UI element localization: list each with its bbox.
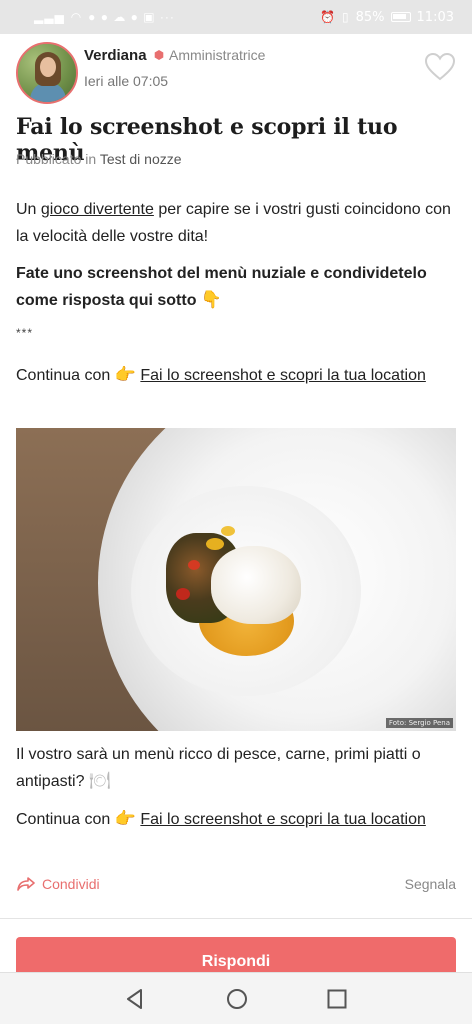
continue-paragraph-1: Continua con 👉 Fai lo screenshot e scopr… (16, 362, 456, 389)
point-right-icon: 👉 (114, 809, 136, 829)
share-icon (17, 877, 35, 891)
author-role-badge: Amministratrice (154, 47, 265, 63)
signal-icon: ▂▃▅ (34, 10, 65, 24)
point-right-icon: 👉 (114, 365, 136, 385)
recent-apps-icon[interactable] (325, 987, 349, 1011)
divider (0, 918, 472, 919)
continue-link-1[interactable]: Fai lo screenshot e scopri la tua locati… (140, 367, 425, 384)
vibrate-icon: ▯ (342, 10, 350, 24)
battery-icon (390, 12, 411, 22)
status-icons-right: ⏰ ▯ 85% 11:03 (320, 10, 454, 25)
published-prefix: Pubblicato in (16, 151, 97, 167)
status-icons-left: ▂▃▅ ◠ ● ● ☁ ● ▣ ··· (34, 10, 175, 24)
notification-icons: ● ● ☁ ● ▣ ··· (88, 10, 175, 24)
admin-badge-icon (154, 50, 164, 60)
heart-icon[interactable] (424, 52, 456, 82)
published-in: Pubblicato in Test di nozze (16, 151, 182, 167)
home-icon[interactable] (225, 987, 249, 1011)
post-author: Verdiana Amministratrice Ieri alle 07:05 (16, 42, 456, 104)
wifi-icon: ◠ (70, 10, 83, 24)
status-bar: ▂▃▅ ◠ ● ● ☁ ● ▣ ··· ⏰ ▯ 85% 11:03 (0, 0, 472, 34)
continue-paragraph-2: Continua con 👉 Fai lo screenshot e scopr… (16, 806, 456, 833)
intro-link[interactable]: gioco divertente (41, 201, 154, 218)
clock: 11:03 (416, 9, 454, 25)
continue-prefix-1: Continua con (16, 367, 111, 384)
post-photo[interactable]: Foto: Sergio Pena (16, 428, 456, 731)
system-nav-bar (0, 972, 472, 1024)
post-timestamp: Ieri alle 07:05 (84, 73, 169, 89)
post-actions: Condividi Segnala (16, 871, 456, 897)
continue-prefix-2: Continua con (16, 811, 111, 828)
share-button[interactable]: Condividi (16, 876, 100, 892)
continue-link-2[interactable]: Fai lo screenshot e scopri la tua locati… (140, 811, 425, 828)
intro-text-1: Un (16, 201, 41, 218)
question-text: Il vostro sarà un menù ricco di pesce, c… (16, 746, 421, 790)
author-role: Amministratrice (169, 47, 266, 63)
report-button[interactable]: Segnala (405, 876, 456, 892)
separator: *** (16, 326, 34, 340)
author-name[interactable]: Verdiana (84, 47, 147, 64)
intro-paragraph: Un gioco divertente per capire se i vost… (16, 196, 456, 250)
avatar[interactable] (16, 42, 78, 104)
photo-credit: Foto: Sergio Pena (385, 718, 453, 728)
question-paragraph: Il vostro sarà un menù ricco di pesce, c… (16, 741, 456, 795)
alarm-icon: ⏰ (320, 10, 337, 24)
point-down-icon: 👇 (200, 290, 223, 310)
plate-icon: 🍽 (88, 771, 111, 791)
battery-percent: 85% (355, 9, 385, 25)
instruction-paragraph: Fate uno screenshot del menù nuziale e c… (16, 260, 456, 314)
category-link[interactable]: Test di nozze (100, 151, 182, 167)
share-label: Condividi (42, 876, 100, 892)
back-icon[interactable] (123, 987, 147, 1011)
